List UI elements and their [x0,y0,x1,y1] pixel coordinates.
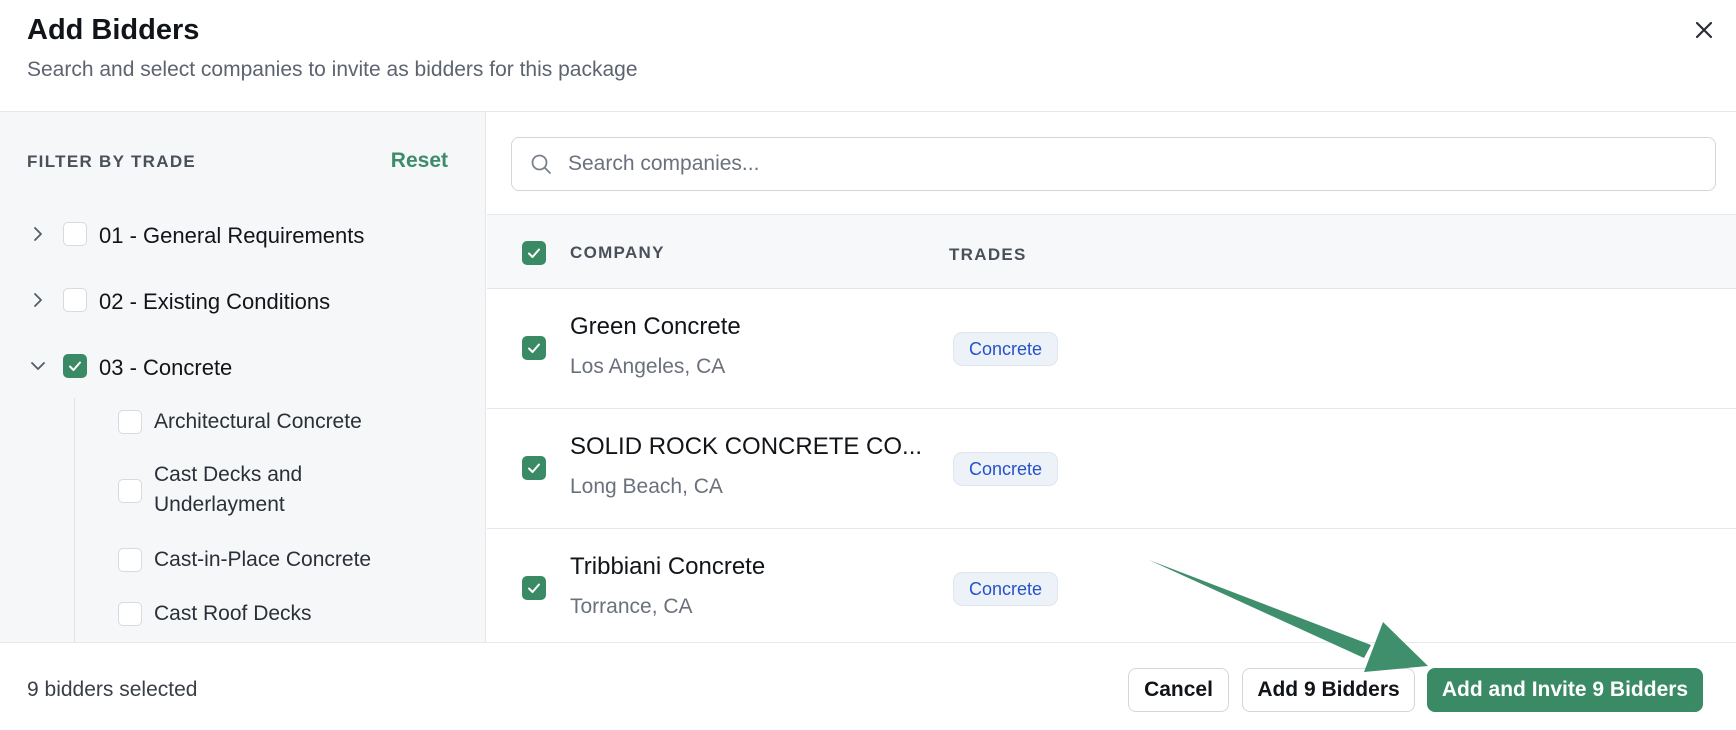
table-row[interactable]: SOLID ROCK CONCRETE CO... Long Beach, CA… [487,409,1736,529]
trade-label: 01 - General Requirements [99,223,365,248]
dialog-footer: 9 bidders selected Cancel Add 9 Bidders … [0,642,1736,730]
company-list-panel: COMPANY TRADES Green Concrete Los Angele… [487,112,1736,642]
chevron-down-icon[interactable] [29,357,47,375]
dialog-header: Add Bidders Search and select companies … [0,0,1736,112]
dialog-subtitle: Search and select companies to invite as… [27,58,638,81]
select-all-checkbox[interactable] [522,241,546,265]
trade-checkbox[interactable] [63,222,87,246]
chevron-right-icon[interactable] [29,225,47,243]
cancel-button[interactable]: Cancel [1128,668,1229,712]
trade-item-02[interactable]: 02 - Existing Conditions [0,280,485,320]
trade-item-01[interactable]: 01 - General Requirements [0,214,485,254]
company-location: Los Angeles, CA [570,355,726,378]
company-name: Green Concrete [570,313,741,340]
trade-checkbox[interactable] [63,288,87,312]
company-name: SOLID ROCK CONCRETE CO... [570,433,923,460]
row-checkbox[interactable] [522,456,546,480]
subtrade-checkbox[interactable] [118,548,142,572]
subtrade-label: Cast-in-Place Concrete [154,548,372,571]
subtrade-checkbox[interactable] [118,479,142,503]
search-box[interactable] [511,137,1716,191]
trade-badge: Concrete [953,332,1059,366]
column-header-trades[interactable]: TRADES [949,245,1027,265]
trade-checkbox[interactable] [63,354,87,378]
search-icon [529,152,553,181]
company-name: Tribbiani Concrete [570,553,766,580]
checkmark-icon [69,361,81,371]
trade-item-03[interactable]: 03 - Concrete [0,346,485,386]
subtrade-label: Cast Roof Decks [154,602,312,625]
add-bidders-button[interactable]: Add 9 Bidders [1242,668,1415,712]
trade-filter-sidebar: FILTER BY TRADE Reset 01 - General Requi… [0,112,486,642]
selected-count: 9 bidders selected [27,678,198,701]
column-header-company[interactable]: COMPANY [570,243,665,263]
close-icon[interactable] [1690,16,1718,44]
row-checkbox[interactable] [522,336,546,360]
add-and-invite-button[interactable]: Add and Invite 9 Bidders [1427,668,1703,712]
trade-badge: Concrete [953,452,1059,486]
checkmark-icon [528,343,540,353]
row-checkbox[interactable] [522,576,546,600]
table-row[interactable]: Tribbiani Concrete Torrance, CA Concrete [487,529,1736,642]
trade-label: 02 - Existing Conditions [99,289,331,314]
subtrade-checkbox[interactable] [118,602,142,626]
subtrade-item-cast-roof-decks[interactable]: Cast Roof Decks [0,596,485,632]
subtrade-item-architectural-concrete[interactable]: Architectural Concrete [0,404,485,440]
search-input[interactable] [568,148,1688,180]
subtrade-label-line-1: Cast Decks and [154,463,303,486]
company-location: Long Beach, CA [570,475,723,498]
subtrade-label-line-2: Underlayment [154,493,285,516]
chevron-right-icon[interactable] [29,291,47,309]
subtrade-label: Architectural Concrete [154,410,362,433]
subtrade-item-cast-decks[interactable]: Cast Decks and Underlayment [0,460,485,522]
table-header: COMPANY TRADES [487,214,1736,289]
subtrade-checkbox[interactable] [118,410,142,434]
table-row[interactable]: Green Concrete Los Angeles, CA Concrete [487,289,1736,409]
company-location: Torrance, CA [570,595,693,618]
subtrade-item-cast-in-place[interactable]: Cast-in-Place Concrete [0,542,485,578]
checkmark-icon [528,583,540,593]
checkmark-icon [528,248,540,258]
filter-by-trade-heading: FILTER BY TRADE [27,152,197,171]
trade-label: 03 - Concrete [99,355,233,380]
dialog-title: Add Bidders [27,14,200,46]
reset-button[interactable]: Reset [391,149,448,173]
checkmark-icon [528,463,540,473]
trade-badge: Concrete [953,572,1059,606]
